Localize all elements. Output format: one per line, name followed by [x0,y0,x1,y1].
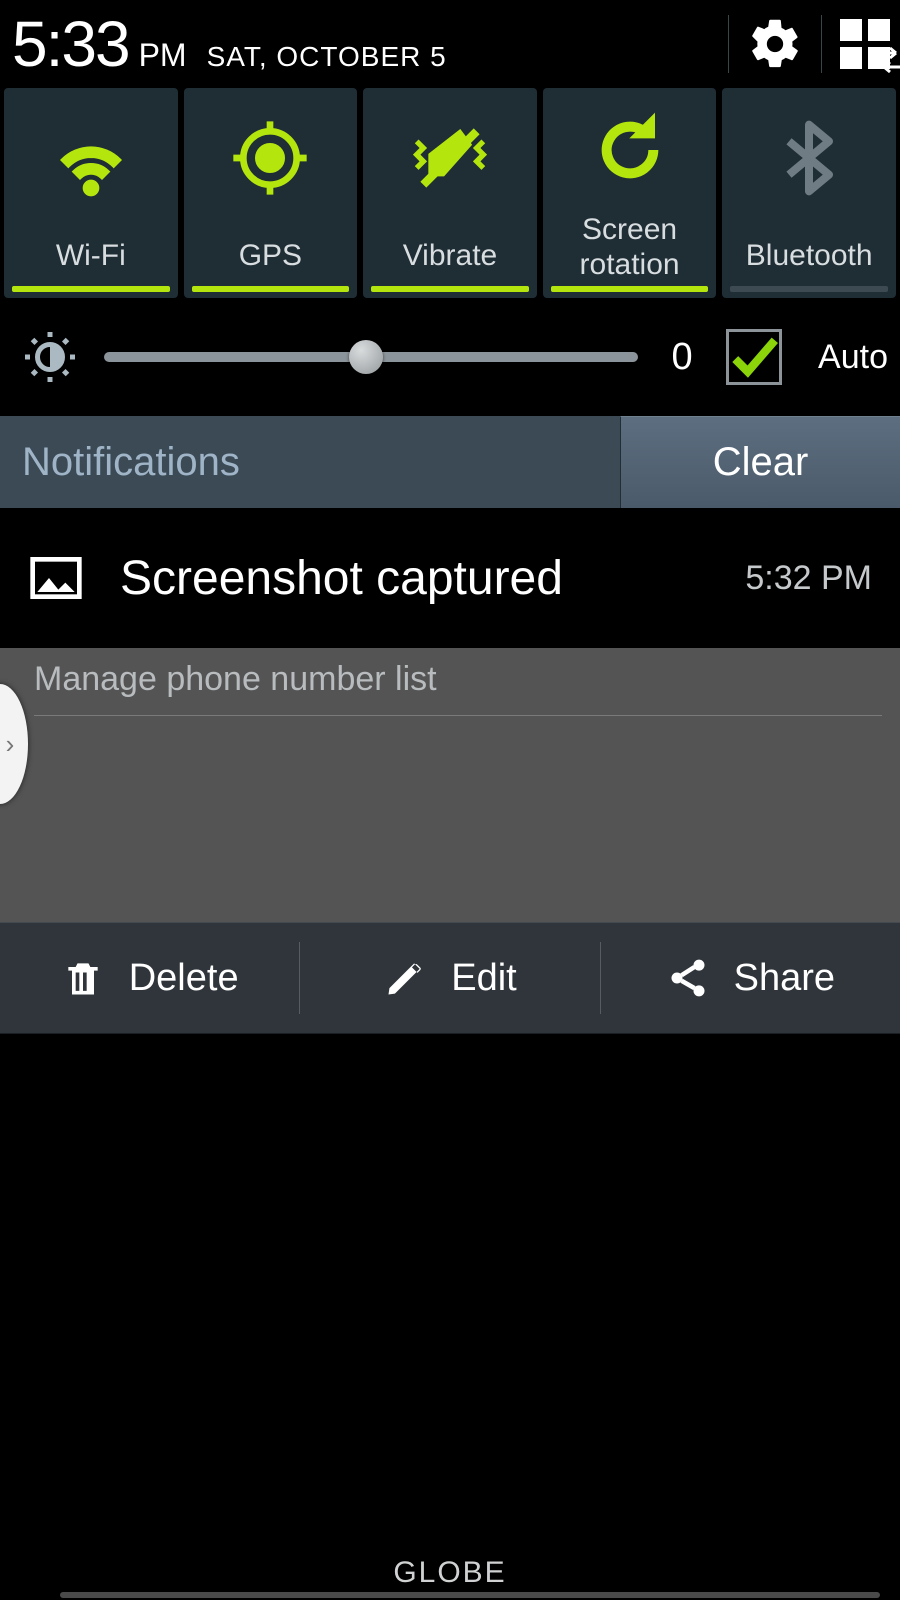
date: SAT, OCTOBER 5 [207,41,447,73]
quickpanel-grid-button[interactable] [840,19,890,69]
wifi-icon [51,118,131,198]
share-icon [666,956,710,1000]
clear-button[interactable]: Clear [620,416,900,508]
status-header: 5:33 PM SAT, OCTOBER 5 [0,0,900,88]
toggle-gps[interactable]: GPS [184,88,358,298]
settings-button[interactable] [747,16,803,72]
toggle-screen-rotation[interactable]: Screen rotation [543,88,717,298]
auto-label: Auto [818,338,888,377]
bluetooth-icon [769,118,849,198]
brightness-slider[interactable] [104,337,638,377]
image-icon [28,550,84,606]
toggle-wifi[interactable]: Wi-Fi [4,88,178,298]
time: 5:33 [12,12,129,76]
toggle-label: Screen rotation [543,205,717,298]
carrier-label: GLOBE [0,1556,900,1590]
gps-icon [230,118,310,198]
pencil-icon [383,956,427,1000]
swap-icon [878,45,900,75]
brightness-icon [20,327,80,387]
action-label: Edit [451,957,516,1000]
check-icon [729,332,779,382]
edit-button[interactable]: Edit [299,942,599,1014]
share-button[interactable]: Share [600,942,900,1014]
toggle-bluetooth[interactable]: Bluetooth [722,88,896,298]
notifications-header: Notifications Clear [0,416,900,508]
notification-actions: Delete Edit Share [0,922,900,1034]
gear-icon [747,16,803,72]
delete-button[interactable]: Delete [0,942,299,1014]
vibrate-icon [410,118,490,198]
trash-icon [61,956,105,1000]
notification-item[interactable]: Screenshot captured 5:32 PM [0,508,900,648]
notification-title: Screenshot captured [120,551,563,606]
divider [821,15,822,73]
ampm: PM [139,37,187,74]
chevron-right-icon: › [6,729,15,760]
rotate-icon [590,110,670,190]
auto-brightness-checkbox[interactable] [726,329,782,385]
scroll-indicator [60,1592,880,1598]
action-label: Delete [129,957,239,1000]
list-item-subtitle[interactable]: Manage phone number list [34,660,882,699]
action-label: Share [734,957,835,1000]
notifications-title: Notifications [0,416,620,508]
divider [728,15,729,73]
background-app: › Manage phone number list Delete Edit S… [0,648,900,1034]
quick-toggles: Wi-Fi GPS Vibrate Screen rotation Blueto… [0,88,900,298]
brightness-row: 0 Auto [0,298,900,416]
brightness-value: 0 [662,336,702,379]
notification-time: 5:32 PM [745,559,872,598]
toggle-vibrate[interactable]: Vibrate [363,88,537,298]
divider [34,715,882,716]
clock: 5:33 PM SAT, OCTOBER 5 [12,12,447,76]
